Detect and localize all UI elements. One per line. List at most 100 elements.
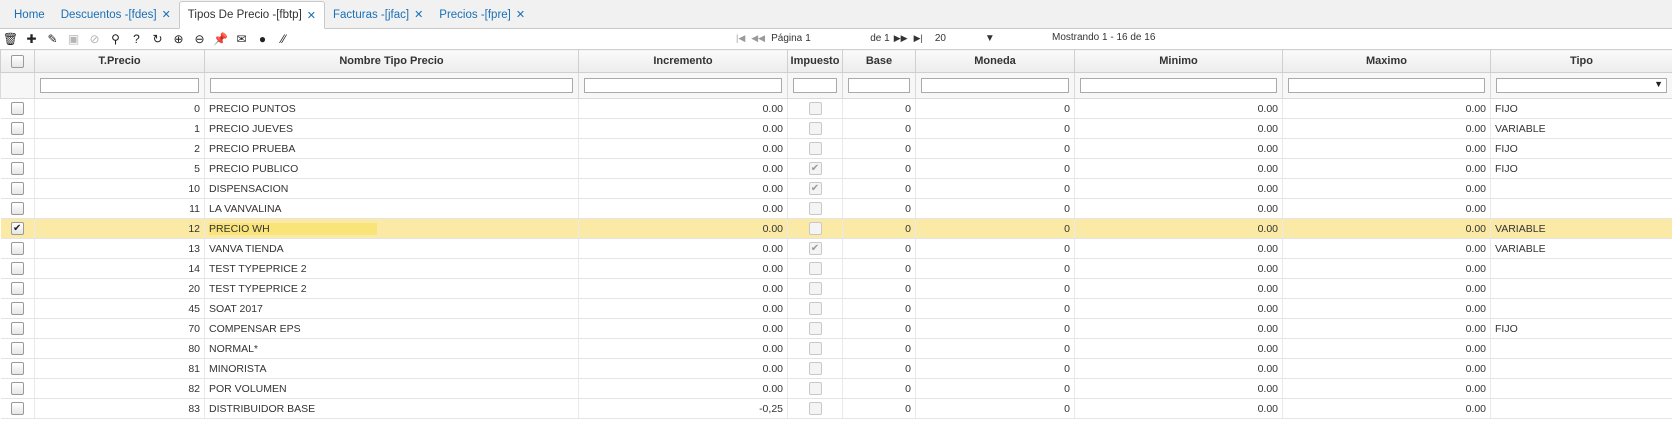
table-row[interactable]: 20 TEST TYPEPRICE 2 0.00 0 0 0.00 0.00 [0,278,1672,299]
close-icon[interactable]: ✕ [307,9,316,22]
refresh-icon[interactable]: ↻ [147,31,168,47]
tab-1[interactable]: Descuentos -[fdes] ✕ [53,1,179,28]
cell-tipo [1490,378,1672,399]
cell-base: 0 [842,98,916,119]
help-icon[interactable]: ? [126,31,147,47]
filter-tipo-select[interactable]: ▼ [1496,78,1667,93]
cell-nombre-text: PRECIO WH [209,222,377,235]
col-header-tprecio[interactable]: T.Precio [34,49,205,73]
row-select-cell [0,398,35,419]
table-row[interactable]: 80 NORMAL* 0.00 0 0 0.00 0.00 [0,338,1672,359]
filter-impuesto-input[interactable] [793,78,837,93]
row-checkbox[interactable] [10,402,24,415]
last-page-button[interactable]: ▶| [914,33,923,44]
add-icon[interactable]: ✚ [21,31,42,47]
table-row[interactable]: 45 SOAT 2017 0.00 0 0 0.00 0.00 [0,298,1672,319]
table-row[interactable]: 82 POR VOLUMEN 0.00 0 0 0.00 0.00 [0,378,1672,399]
cell-impuesto [787,338,843,359]
cell-incremento: 0.00 [578,298,788,319]
row-select-cell [0,178,35,199]
cell-moneda: 0 [915,298,1075,319]
row-checkbox[interactable] [10,202,24,215]
filter-moneda-input[interactable] [921,78,1069,93]
filter-nombre-input[interactable] [210,78,573,93]
cell-maximo: 0.00 [1282,398,1491,419]
table-row[interactable]: 11 LA VANVALINA 0.00 0 0 0.00 0.00 [0,198,1672,219]
cell-nombre-text: DISTRIBUIDOR BASE [209,402,316,415]
col-header-maximo[interactable]: Maximo [1282,49,1491,73]
plus-circle-icon[interactable]: ● [252,31,273,47]
row-checkbox[interactable]: ✔ [10,222,24,235]
table-row[interactable]: 14 TEST TYPEPRICE 2 0.00 0 0 0.00 0.00 [0,258,1672,279]
row-checkbox[interactable] [10,342,24,355]
cancel-icon[interactable]: ⊘ [84,31,105,47]
filter-minimo-input[interactable] [1080,78,1277,93]
col-header-nombre[interactable]: Nombre Tipo Precio [204,49,579,73]
mail-icon[interactable]: ✉ [231,31,252,47]
row-checkbox[interactable] [10,382,24,395]
row-select-cell [0,138,35,159]
col-header-minimo[interactable]: Minimo [1074,49,1283,73]
page-size-select[interactable]: 20 ▼ [932,31,998,46]
table-row[interactable]: 13 VANVA TIENDA 0.00 ✔ 0 0 0.00 0.00 VARIABLE [0,238,1672,259]
pin-icon[interactable]: 📌 [210,31,231,47]
cell-minimo: 0.00 [1074,358,1283,379]
zoom-out-icon[interactable]: ⊖ [189,31,210,47]
table-row[interactable]: 83 DISTRIBUIDOR BASE -0,25 0 0 0.00 0.00 [0,398,1672,419]
cell-incremento: 0.00 [578,278,788,299]
table-row[interactable]: 2 PRECIO PRUEBA 0.00 0 0 0.00 0.00 FIJO [0,138,1672,159]
zoom-in-icon[interactable]: ⊕ [168,31,189,47]
cell-moneda: 0 [915,198,1075,219]
row-checkbox[interactable] [10,242,24,255]
table-row[interactable]: 5 PRECIO PUBLICO 0.00 ✔ 0 0 0.00 0.00 FIJO [0,158,1672,179]
trash-icon[interactable]: 🗑 [0,31,21,47]
filter-incremento-input[interactable] [584,78,782,93]
save-icon[interactable]: ▣ [63,31,84,47]
row-checkbox[interactable] [10,162,24,175]
row-checkbox[interactable] [10,182,24,195]
row-checkbox[interactable] [10,122,24,135]
tab-2[interactable]: Tipos De Precio -[fbtp] ✕ [178,1,325,29]
row-checkbox[interactable] [10,142,24,155]
col-header-impuesto[interactable]: Impuesto [787,49,843,73]
edit-icon[interactable]: ✎ [42,31,63,47]
close-icon[interactable]: ✕ [162,8,171,21]
resize-icon[interactable]: ⁄⁄ [273,31,294,47]
close-icon[interactable]: ✕ [414,8,423,21]
col-header-moneda[interactable]: Moneda [915,49,1075,73]
row-checkbox[interactable] [10,362,24,375]
cell-nombre: PRECIO PUNTOS [204,98,579,119]
row-checkbox[interactable] [10,322,24,335]
first-page-button[interactable]: |◀ [736,33,745,44]
prev-page-button[interactable]: ◀◀ [751,33,765,44]
table-row[interactable]: ✔ 12 PRECIO WH 0.00 0 0 0.00 0.00 VARIABLE [0,218,1672,239]
row-checkbox[interactable] [10,302,24,315]
cell-tipo: VARIABLE [1490,238,1672,259]
tab-0[interactable]: Home [6,1,53,28]
tab-4[interactable]: Precios -[fpre] ✕ [431,1,533,28]
cell-base: 0 [842,398,916,419]
row-checkbox[interactable] [10,282,24,295]
table-row[interactable]: 0 PRECIO PUNTOS 0.00 0 0 0.00 0.00 FIJO [0,98,1672,119]
table-row[interactable]: 81 MINORISTA 0.00 0 0 0.00 0.00 [0,358,1672,379]
filter-base-input[interactable] [848,78,910,93]
search-icon[interactable]: ⚲ [105,31,126,47]
table-row[interactable]: 1 PRECIO JUEVES 0.00 0 0 0.00 0.00 VARIABLE [0,118,1672,139]
cell-nombre: TEST TYPEPRICE 2 [204,258,579,279]
filter-tprecio-input[interactable] [40,78,199,93]
col-header-incremento[interactable]: Incremento [578,49,788,73]
tab-3[interactable]: Facturas -[jfac] ✕ [325,1,431,28]
next-page-button[interactable]: ▶▶ [894,33,908,44]
col-header-tipo[interactable]: Tipo [1490,49,1672,73]
page-input[interactable] [802,30,869,46]
col-header-base[interactable]: Base [842,49,916,73]
select-all-checkbox[interactable] [11,54,24,68]
cell-incremento: 0.00 [578,98,788,119]
table-row[interactable]: 10 DISPENSACION 0.00 ✔ 0 0 0.00 0.00 [0,178,1672,199]
table-row[interactable]: 70 COMPENSAR EPS 0.00 0 0 0.00 0.00 FIJO [0,318,1672,339]
close-icon[interactable]: ✕ [516,8,525,21]
row-checkbox[interactable] [10,262,24,275]
row-checkbox[interactable] [10,102,24,115]
cell-incremento: 0.00 [578,358,788,379]
filter-maximo-input[interactable] [1288,78,1485,93]
